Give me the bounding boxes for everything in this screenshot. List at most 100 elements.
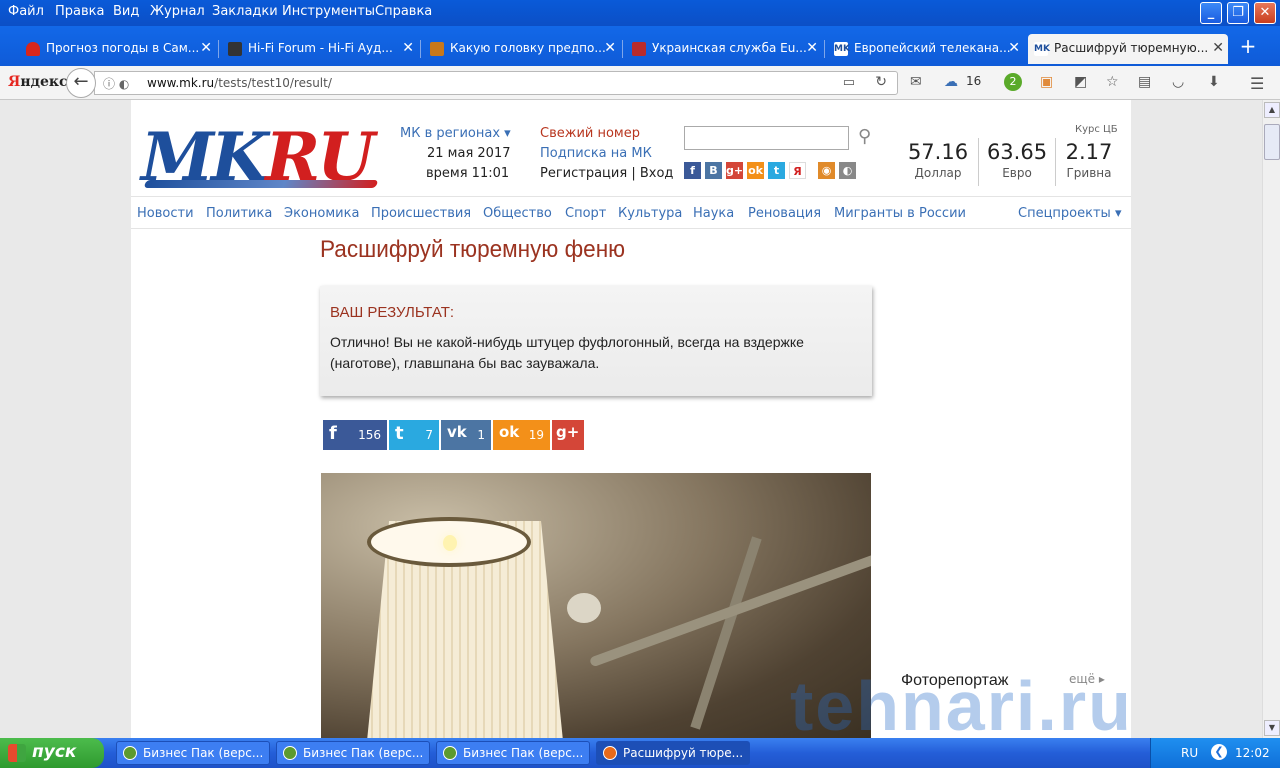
share-odnoklassniki-button[interactable]: ok 19 xyxy=(493,420,550,450)
close-icon[interactable]: ✕ xyxy=(806,40,818,56)
badge-count[interactable]: 2 xyxy=(1004,73,1022,91)
menu-bar: Файл Правка Вид Журнал Закладки Инструме… xyxy=(0,0,1280,26)
search-input[interactable] xyxy=(684,126,849,150)
yandex-logo[interactable]: Яндекс xyxy=(8,74,67,90)
register-link[interactable]: Регистрация xyxy=(540,166,627,181)
rate-uah: 2.17 Гривна xyxy=(1051,140,1127,180)
nav-sport[interactable]: Спорт xyxy=(565,206,606,221)
rate-usd: 57.16 Доллар xyxy=(900,140,976,180)
rates-title: Курс ЦБ xyxy=(1075,124,1118,135)
address-bar[interactable]: ⓘ ◐ www.mk.ru/tests/test10/result/ ▭ ↻ xyxy=(94,71,898,95)
special-projects-dropdown[interactable]: Спецпроекты ▾ xyxy=(1018,206,1122,221)
close-icon[interactable]: ✕ xyxy=(200,40,212,56)
close-window-button[interactable]: ✕ xyxy=(1254,2,1276,24)
rate-eur: 63.65 Евро xyxy=(979,140,1055,180)
close-icon[interactable]: ✕ xyxy=(1008,40,1020,56)
result-box: ВАШ РЕЗУЛЬТАТ: Отлично! Вы не какой-нибу… xyxy=(320,286,872,396)
site-info-icon[interactable]: ⓘ ◐ xyxy=(103,75,129,92)
search-icon[interactable]: ⚲ xyxy=(858,126,871,147)
close-icon[interactable]: ✕ xyxy=(402,40,414,56)
scroll-down-icon[interactable]: ▼ xyxy=(1264,720,1280,736)
reader-view-icon[interactable]: ▭ xyxy=(843,75,855,90)
taskbar-item[interactable]: Бизнес Пак (верс... xyxy=(116,741,270,765)
taskbar-item[interactable]: Бизнес Пак (верс... xyxy=(436,741,590,765)
menu-bookmarks[interactable]: Закладки xyxy=(212,4,278,19)
maximize-button[interactable]: ❐ xyxy=(1227,2,1249,24)
menu-help[interactable]: Справка xyxy=(375,4,432,19)
rss-icon[interactable]: ◉ xyxy=(818,162,835,179)
facebook-icon[interactable]: f xyxy=(684,162,701,179)
back-arrow-icon[interactable]: ❮ xyxy=(1211,744,1227,760)
share-facebook-button[interactable]: f 156 xyxy=(323,420,387,450)
weather-temp[interactable]: 16 xyxy=(966,74,981,88)
taskbar-item-active[interactable]: Расшифруй тюре... xyxy=(596,741,750,765)
extension-icon[interactable]: ▣ xyxy=(1040,74,1053,90)
menu-view[interactable]: Вид xyxy=(113,4,139,19)
login-link[interactable]: Вход xyxy=(640,166,674,181)
tab-ukrainian-service[interactable]: Украинская служба Eu... ✕ xyxy=(626,34,822,64)
taskbar-item[interactable]: Бизнес Пак (верс... xyxy=(276,741,430,765)
apple-icon[interactable]: ◐ xyxy=(839,162,856,179)
fresh-issue-link[interactable]: Свежий номер xyxy=(540,126,640,141)
nav-incidents[interactable]: Происшествия xyxy=(371,206,471,221)
auth-separator: | xyxy=(631,166,636,181)
close-icon[interactable]: ✕ xyxy=(1212,40,1224,56)
scroll-up-icon[interactable]: ▲ xyxy=(1264,102,1280,118)
pocket-icon[interactable]: ◡ xyxy=(1172,74,1184,90)
page-content: MKRU МК в регионах ▾ 21 мая 2017 время 1… xyxy=(131,100,1131,738)
new-tab-button[interactable]: + xyxy=(1238,34,1258,58)
regions-dropdown[interactable]: МК в регионах ▾ xyxy=(400,126,511,141)
vertical-scrollbar[interactable]: ▲ ▼ xyxy=(1262,100,1280,738)
google-plus-icon[interactable]: g+ xyxy=(726,162,743,179)
tab-european-tv[interactable]: MK Европейский телекана... ✕ xyxy=(828,34,1024,64)
share-count: 19 xyxy=(528,428,544,442)
menu-history[interactable]: Журнал xyxy=(150,4,205,19)
start-button[interactable]: пуск xyxy=(0,738,104,768)
share-twitter-button[interactable]: t 7 xyxy=(389,420,439,450)
minimize-button[interactable]: _ xyxy=(1200,2,1222,24)
current-date: 21 мая 2017 xyxy=(427,146,511,161)
language-indicator[interactable]: RU xyxy=(1181,746,1198,760)
bookmark-star-icon[interactable]: ☆ xyxy=(1106,74,1119,90)
subscribe-link[interactable]: Подписка на МК xyxy=(540,146,652,161)
menu-icon[interactable]: ☰ xyxy=(1250,74,1264,93)
nav-economy[interactable]: Экономика xyxy=(284,206,359,221)
nav-politics[interactable]: Политика xyxy=(206,206,272,221)
close-icon[interactable]: ✕ xyxy=(604,40,616,56)
scroll-thumb[interactable] xyxy=(1264,124,1280,160)
nav-science[interactable]: Наука xyxy=(693,206,734,221)
weather-icon[interactable]: ☁ xyxy=(944,74,958,90)
back-button[interactable]: ← xyxy=(66,68,96,98)
nav-culture[interactable]: Культура xyxy=(618,206,682,221)
tab-separator xyxy=(622,40,623,58)
extension-icon[interactable]: ◩ xyxy=(1074,74,1087,90)
yandex-icon[interactable]: Я xyxy=(789,162,806,179)
tab-head-question[interactable]: Какую головку предпо... ✕ xyxy=(424,34,620,64)
share-google-plus-button[interactable]: g+ xyxy=(552,420,584,450)
mail-icon[interactable]: ✉ xyxy=(910,74,922,90)
menu-tools[interactable]: Инструменты xyxy=(282,4,375,19)
nav-news[interactable]: Новости xyxy=(137,206,194,221)
clock: 12:02 xyxy=(1235,746,1270,760)
facebook-icon: f xyxy=(329,423,337,444)
reload-icon[interactable]: ↻ xyxy=(875,74,887,90)
menu-edit[interactable]: Правка xyxy=(55,4,104,19)
tab-label: Расшифруй тюремную... xyxy=(1054,41,1209,55)
result-text: Отлично! Вы не какой-нибудь штуцер фуфло… xyxy=(330,334,804,371)
download-icon[interactable]: ⬇ xyxy=(1208,74,1220,90)
tab-hifi-forum[interactable]: Hi-Fi Forum - Hi-Fi Ауд... ✕ xyxy=(222,34,418,64)
menu-file[interactable]: Файл xyxy=(8,4,44,19)
nav-renovation[interactable]: Реновация xyxy=(748,206,821,221)
share-vk-button[interactable]: vk 1 xyxy=(441,420,491,450)
nav-migrants[interactable]: Мигранты в России xyxy=(834,206,966,221)
reading-list-icon[interactable]: ▤ xyxy=(1138,74,1151,90)
vk-icon[interactable]: B xyxy=(705,162,722,179)
odnoklassniki-icon[interactable]: ok xyxy=(747,162,764,179)
nav-society[interactable]: Общество xyxy=(483,206,552,221)
tab-prison-slang[interactable]: MK Расшифруй тюремную... ✕ xyxy=(1028,34,1228,64)
odnoklassniki-icon: ok xyxy=(499,423,520,441)
twitter-icon[interactable]: t xyxy=(768,162,785,179)
url-text[interactable]: www.mk.ru/tests/test10/result/ xyxy=(147,76,332,90)
app-icon xyxy=(283,746,297,760)
tab-weather[interactable]: Прогноз погоды в Сам... ✕ xyxy=(20,34,216,64)
